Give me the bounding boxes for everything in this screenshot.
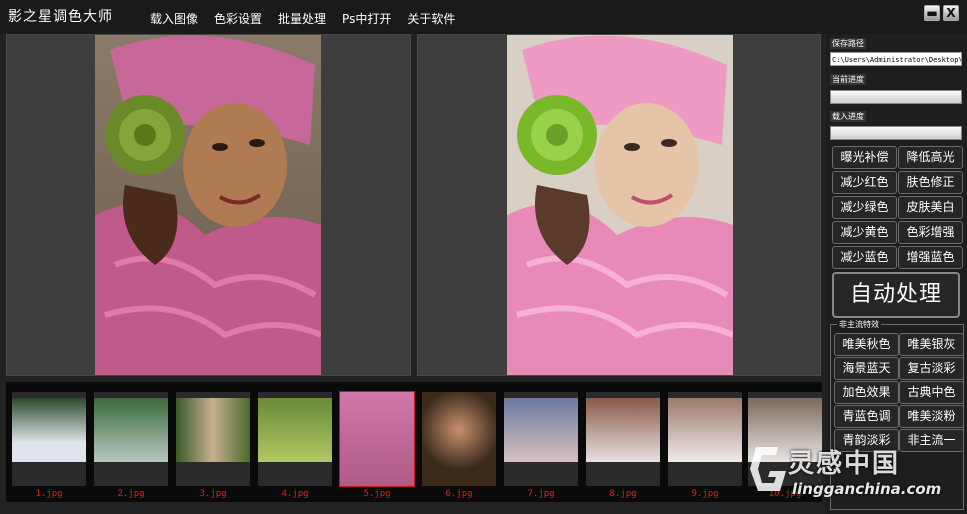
thumbnail-9[interactable] xyxy=(668,392,742,486)
save-path-field[interactable]: C:\Users\Administrator\Desktop\ xyxy=(830,52,962,66)
thumbnail-5[interactable] xyxy=(339,391,415,487)
menu-about[interactable]: 关于软件 xyxy=(407,10,455,27)
thumbnail-6[interactable] xyxy=(422,392,496,486)
thumbnail-label: 6.jpg xyxy=(445,489,473,499)
control-sidebar: 保存路径 C:\Users\Administrator\Desktop\ 当前进… xyxy=(826,34,967,514)
original-image-panel xyxy=(6,34,411,376)
menu-open-in-ps[interactable]: Ps中打开 xyxy=(342,10,391,27)
thumbnail-label: 5.jpg xyxy=(363,489,391,499)
title-bar: 影之星调色大师 载入图像 色彩设置 批量处理 Ps中打开 关于软件 ▬ X xyxy=(0,0,967,34)
thumbnail-2[interactable] xyxy=(94,392,168,486)
enhance-blue-button[interactable]: 增强蓝色 xyxy=(898,246,963,269)
color-enhance-button[interactable]: 色彩增强 xyxy=(898,221,963,244)
watermark-logo-icon xyxy=(750,447,786,491)
menu-bar: 载入图像 色彩设置 批量处理 Ps中打开 关于软件 xyxy=(150,10,471,27)
menu-color-settings[interactable]: 色彩设置 xyxy=(214,10,262,27)
app-title: 影之星调色大师 xyxy=(8,9,113,25)
original-photo xyxy=(95,35,321,375)
thumbnail-label: 9.jpg xyxy=(691,489,719,499)
watermark-en-text: lingganchina.com xyxy=(792,480,942,498)
processed-image-panel xyxy=(417,34,821,376)
style-retro-button[interactable]: 复古淡彩 xyxy=(899,357,964,380)
style-silver-button[interactable]: 唯美银灰 xyxy=(899,333,964,356)
thumbnail-label: 2.jpg xyxy=(117,489,145,499)
skin-whiten-button[interactable]: 皮肤美白 xyxy=(898,196,963,219)
watermark: 灵感中国 lingganchina.com xyxy=(748,443,956,503)
thumbnail-3[interactable] xyxy=(176,392,250,486)
style-add-color-button[interactable]: 加色效果 xyxy=(834,381,899,404)
reduce-green-button[interactable]: 减少绿色 xyxy=(832,196,897,219)
thumbnail-label: 4.jpg xyxy=(281,489,309,499)
window-controls: ▬ X xyxy=(924,5,959,21)
style-pink-button[interactable]: 唯美淡粉 xyxy=(899,405,964,428)
minimize-button[interactable]: ▬ xyxy=(924,5,940,21)
watermark-cn-text: 灵感中国 xyxy=(788,449,901,479)
thumbnail-label: 1.jpg xyxy=(35,489,63,499)
thumbnail-label: 3.jpg xyxy=(199,489,227,499)
exposure-comp-button[interactable]: 曝光补偿 xyxy=(832,146,897,169)
menu-batch-process[interactable]: 批量处理 xyxy=(278,10,326,27)
style-classic-button[interactable]: 古典中色 xyxy=(899,381,964,404)
auto-process-button[interactable]: 自动处理 xyxy=(832,272,960,318)
thumbnail-label: 7.jpg xyxy=(527,489,555,499)
reduce-highlight-button[interactable]: 降低高光 xyxy=(898,146,963,169)
reduce-blue-button[interactable]: 减少蓝色 xyxy=(832,246,897,269)
load-progress-label: 载入进度 xyxy=(830,111,866,122)
skin-correct-button[interactable]: 肤色修正 xyxy=(898,171,963,194)
current-progress-bar xyxy=(830,90,962,104)
save-path-label: 保存路径 xyxy=(830,38,866,49)
thumbnail-8[interactable] xyxy=(586,392,660,486)
load-progress-bar xyxy=(830,126,962,140)
style-cyan-blue-button[interactable]: 青蓝色调 xyxy=(834,405,899,428)
style-seascape-button[interactable]: 海景蓝天 xyxy=(834,357,899,380)
close-button[interactable]: X xyxy=(943,5,959,21)
current-progress-label: 当前进度 xyxy=(830,74,866,85)
menu-load-image[interactable]: 载入图像 xyxy=(150,10,198,27)
style-group-title: 非主流特效 xyxy=(837,319,881,330)
reduce-red-button[interactable]: 减少红色 xyxy=(832,171,897,194)
thumbnail-strip: 1.jpg 2.jpg 3.jpg 4.jpg 5.jpg 6.jpg 7.jp… xyxy=(6,382,822,502)
thumbnail-1[interactable] xyxy=(12,392,86,486)
thumbnail-label: 8.jpg xyxy=(609,489,637,499)
work-area: 1.jpg 2.jpg 3.jpg 4.jpg 5.jpg 6.jpg 7.jp… xyxy=(0,34,826,514)
thumbnail-7[interactable] xyxy=(504,392,578,486)
thumbnail-4[interactable] xyxy=(258,392,332,486)
processed-photo xyxy=(507,35,733,375)
style-autumn-button[interactable]: 唯美秋色 xyxy=(834,333,899,356)
reduce-yellow-button[interactable]: 减少黄色 xyxy=(832,221,897,244)
